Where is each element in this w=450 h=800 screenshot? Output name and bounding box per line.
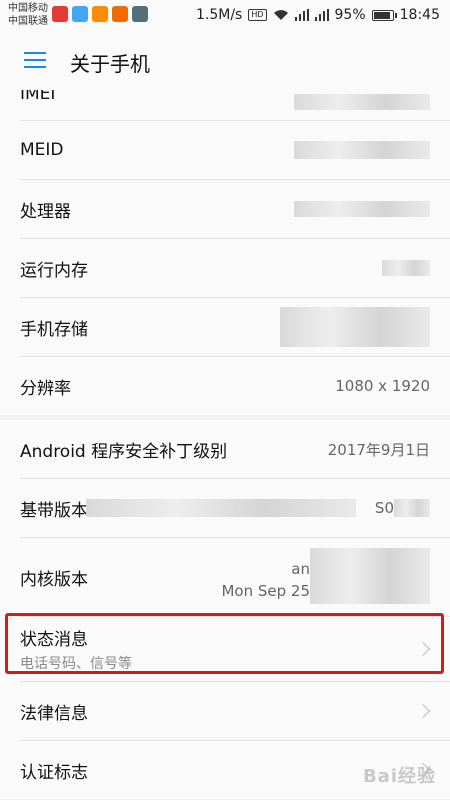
- status-indicators: 1.5M/s HD 95% 18:45: [196, 7, 440, 23]
- imei-row: IMEI: [20, 90, 450, 121]
- meid-label: MEID: [20, 140, 64, 160]
- processor-label: 处理器: [20, 201, 71, 222]
- legal-label: 法律信息: [20, 703, 88, 724]
- baseband-row: 基带版本 S0: [20, 479, 450, 538]
- storage-row: 手机存储: [20, 298, 450, 357]
- network-speed: 1.5M/s: [195, 7, 243, 23]
- certification-label: 认证标志: [20, 762, 88, 783]
- wifi-icon: [273, 10, 288, 20]
- processor-value-redacted: [294, 201, 430, 217]
- app-notification-icon: [132, 6, 148, 22]
- app-notification-icon: [52, 6, 68, 22]
- baseband-value-redacted: [394, 499, 430, 517]
- resolution-label: 分辨率: [20, 378, 71, 399]
- clock: 18:45: [399, 7, 440, 23]
- carrier-info: 中国移动 中国联通: [8, 2, 48, 28]
- status-sublabel: 电话号码、信号等: [20, 656, 132, 672]
- notification-icons: [52, 6, 148, 22]
- chevron-right-icon: [415, 641, 431, 657]
- carrier-1: 中国移动: [8, 3, 48, 14]
- storage-label: 手机存储: [20, 319, 88, 340]
- software-info-card: Android 程序安全补丁级别 2017年9月1日 基带版本 S0 内核版本 …: [0, 420, 450, 799]
- baseband-value-fragment: S0: [374, 499, 394, 517]
- app-notification-icon: [112, 6, 128, 22]
- processor-row: 处理器: [20, 180, 450, 239]
- meid-row: MEID: [20, 121, 450, 180]
- resolution-row: 分辨率 1080 x 1920: [20, 357, 450, 415]
- status-label: 状态消息: [20, 630, 88, 650]
- security-patch-label: Android 程序安全补丁级别: [20, 441, 228, 462]
- menu-icon[interactable]: [24, 52, 46, 70]
- hd-icon: HD: [248, 9, 267, 21]
- app-notification-icon: [92, 6, 108, 22]
- hardware-info-card: IMEI MEID 处理器 运行内存 手机存储 分辨率 1080 x 1920: [0, 90, 450, 415]
- carrier-2: 中国联通: [8, 16, 48, 27]
- kernel-value-line-1: an: [291, 560, 310, 578]
- kernel-value-redacted: [310, 548, 430, 604]
- legal-row[interactable]: 法律信息: [20, 682, 450, 741]
- battery-icon: [371, 9, 397, 21]
- imei-value-redacted: [294, 94, 430, 110]
- storage-value-redacted: [280, 307, 430, 347]
- status-bar: 中国移动 中国联通 1.5M/s HD 95% 18:45: [0, 0, 450, 32]
- kernel-value-line-2: Mon Sep 25: [221, 582, 310, 600]
- kernel-label: 内核版本: [20, 569, 88, 590]
- resolution-value: 1080 x 1920: [335, 377, 430, 395]
- signal-icon: [294, 9, 309, 21]
- ram-label: 运行内存: [20, 260, 88, 281]
- app-bar: 关于手机: [0, 32, 450, 90]
- signal-icon: [314, 9, 329, 21]
- meid-value-redacted: [294, 141, 430, 159]
- security-patch-value: 2017年9月1日: [327, 440, 430, 459]
- ram-value-redacted: [382, 260, 430, 276]
- battery-percent: 95%: [334, 7, 366, 23]
- imei-label: IMEI: [20, 90, 56, 104]
- security-patch-row: Android 程序安全补丁级别 2017年9月1日: [20, 420, 450, 479]
- watermark: Bai经验: [362, 766, 436, 787]
- chevron-right-icon: [415, 703, 431, 719]
- status-row[interactable]: 状态消息 电话号码、信号等: [20, 617, 450, 682]
- baseband-value-redacted: [86, 499, 356, 517]
- kernel-row: 内核版本 an Mon Sep 25: [20, 538, 450, 617]
- ram-row: 运行内存: [20, 239, 450, 298]
- baseband-label: 基带版本: [20, 500, 88, 521]
- page-title: 关于手机: [70, 52, 150, 76]
- app-notification-icon: [72, 6, 88, 22]
